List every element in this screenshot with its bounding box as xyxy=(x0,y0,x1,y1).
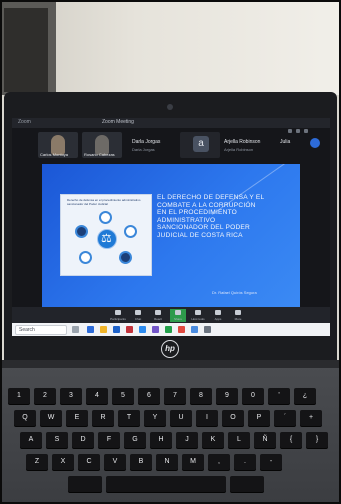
photo-border xyxy=(0,0,341,504)
